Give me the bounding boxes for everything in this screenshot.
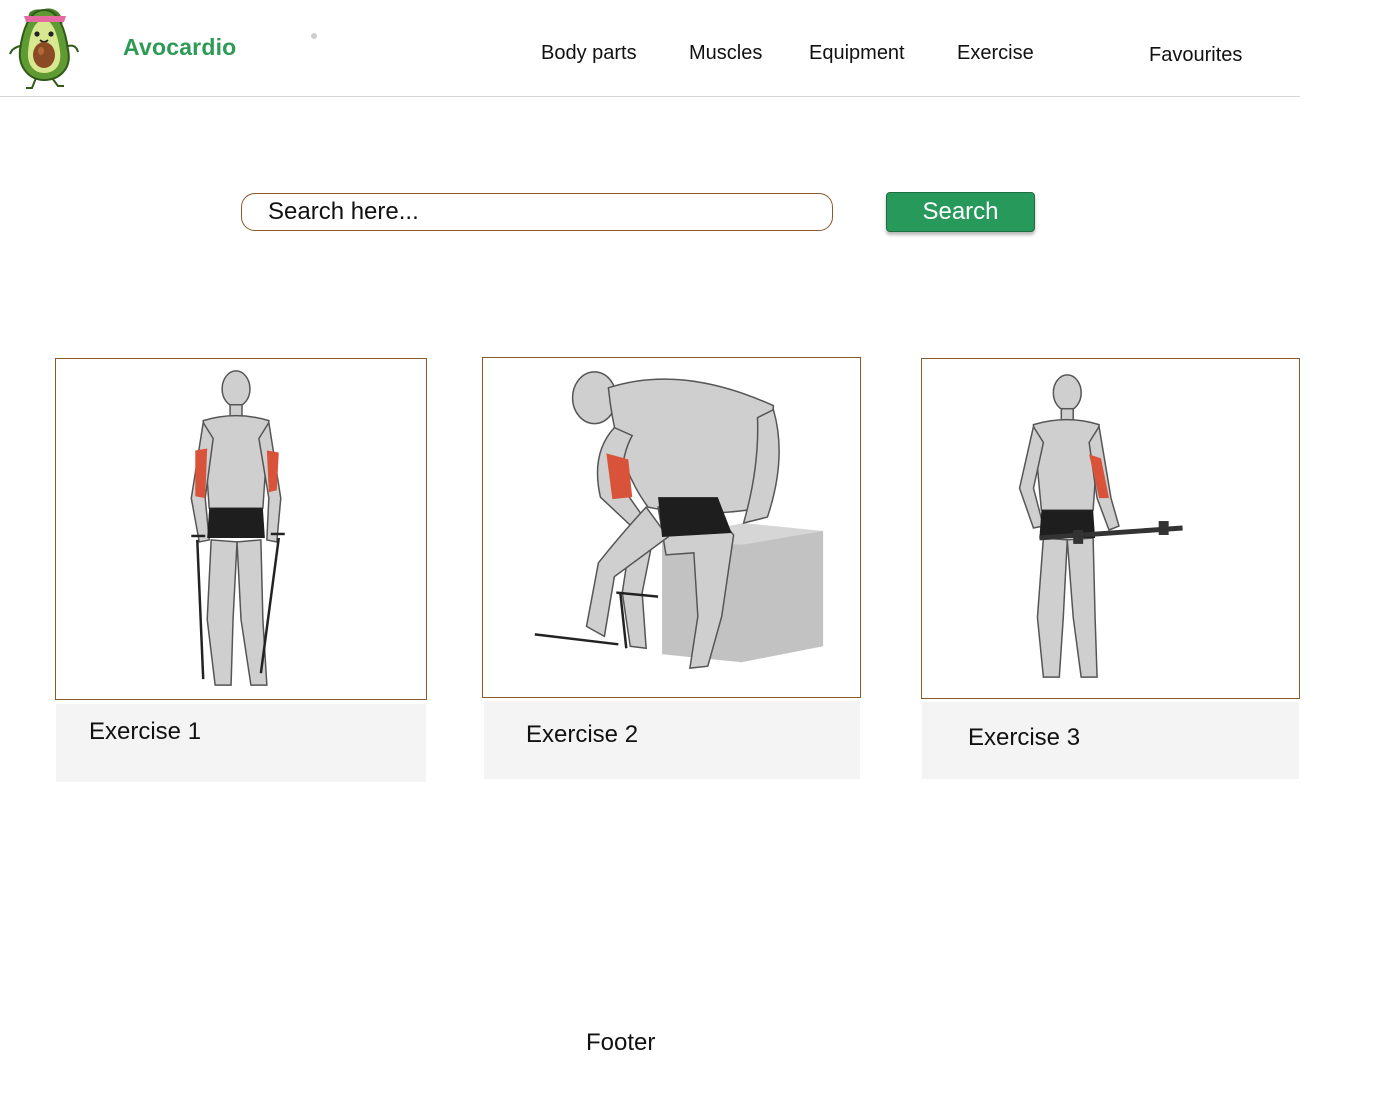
exercise-1-image[interactable]	[55, 358, 427, 700]
exercise-3-image[interactable]	[921, 358, 1300, 699]
nav-favourites[interactable]: Favourites	[1149, 44, 1242, 67]
footer: Footer	[586, 1029, 656, 1056]
nav-body-parts[interactable]: Body parts	[541, 42, 637, 65]
avocado-logo[interactable]	[6, 2, 84, 90]
exercise-3-title: Exercise 3	[968, 724, 1081, 751]
search-button[interactable]: Search	[886, 192, 1035, 232]
nav-exercise[interactable]: Exercise	[957, 42, 1034, 65]
exercise-1-title: Exercise 1	[89, 718, 202, 745]
exercise-2-image[interactable]	[482, 357, 861, 698]
decorative-dot	[311, 33, 317, 39]
exercise-1-card-label[interactable]: Exercise 1	[56, 704, 426, 782]
search-input[interactable]	[242, 194, 832, 230]
seated-cable-curl-illustration	[534, 371, 824, 670]
exercise-2-card-label[interactable]: Exercise 2	[484, 701, 860, 779]
brand-name[interactable]: Avocardio	[123, 34, 236, 61]
top-header: Avocardio Body parts Muscles Equipment E…	[0, 0, 1300, 97]
exercise-3-card-label[interactable]: Exercise 3	[922, 702, 1299, 779]
search-box	[241, 193, 833, 231]
standing-barbell-illustration	[1018, 374, 1183, 678]
nav-muscles[interactable]: Muscles	[689, 42, 762, 65]
nav-equipment[interactable]: Equipment	[809, 42, 905, 65]
standing-cable-curl-illustration	[190, 370, 285, 686]
exercise-2-title: Exercise 2	[526, 721, 639, 748]
